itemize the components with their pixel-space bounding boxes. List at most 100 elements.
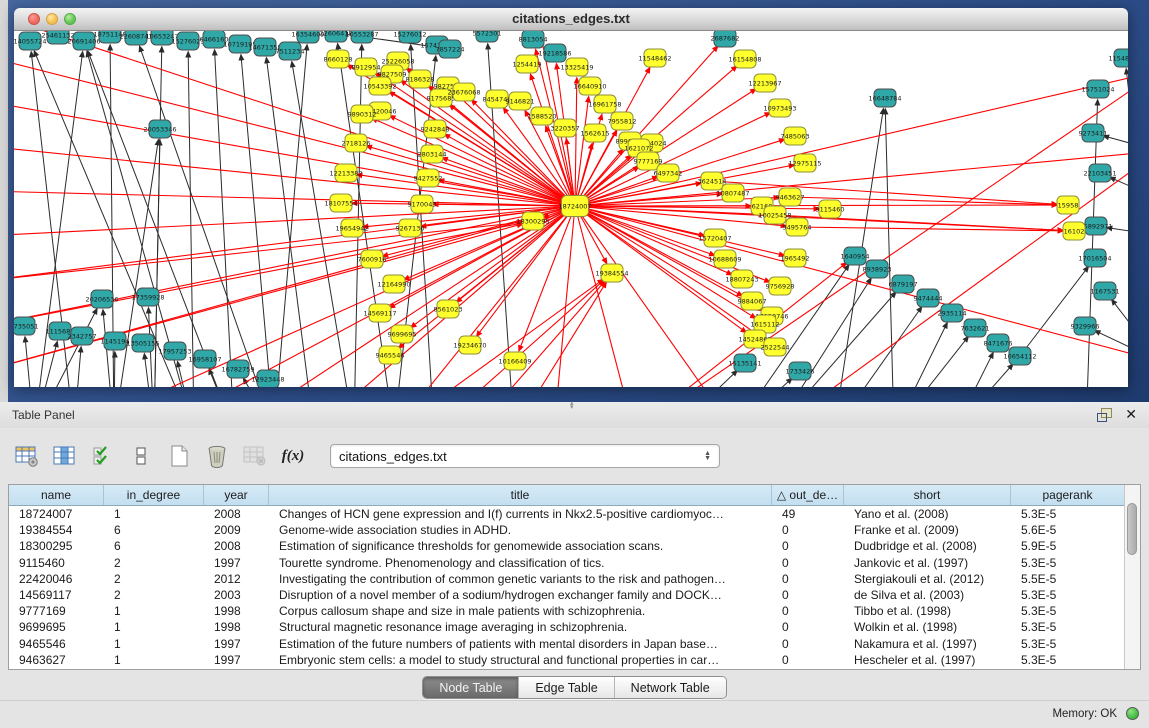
new-document-icon[interactable]: [166, 443, 192, 469]
graph-edge[interactable]: [894, 337, 968, 387]
column-header-title[interactable]: title: [269, 485, 772, 505]
graph-edge[interactable]: [34, 342, 57, 387]
graph-node-label: 18107554: [324, 199, 357, 207]
graph-node-label: 9329966: [1071, 322, 1100, 330]
table-cell: Franke et al. (2009): [844, 523, 1011, 537]
graph-edge[interactable]: [140, 46, 274, 387]
graph-edge[interactable]: [954, 364, 1013, 387]
window-titlebar[interactable]: citations_edges.txt: [14, 8, 1128, 31]
table-cell: 0: [772, 572, 844, 586]
table-row[interactable]: 1872400712008Changes of HCN gene express…: [9, 506, 1124, 522]
table-cell: Nakamura et al. (1997): [844, 637, 1011, 651]
graph-node-label: 1588520: [528, 112, 557, 120]
table-row[interactable]: 1830029562008Estimation of significance …: [9, 538, 1124, 554]
unselect-all-icon[interactable]: [128, 443, 154, 469]
column-header-pagerank[interactable]: pagerank: [1011, 485, 1124, 505]
graph-edge[interactable]: [266, 58, 314, 387]
graph-edge[interactable]: [114, 352, 115, 387]
table-cell: 1: [104, 604, 204, 618]
graph-node-label: 20691406: [67, 37, 100, 45]
splitter-grip-icon[interactable]: ▴▾: [570, 402, 579, 407]
table-cell: 2: [104, 556, 204, 570]
table-cell: 5.6E-5: [1011, 523, 1124, 537]
graph-edge[interactable]: [1104, 136, 1128, 151]
network-canvas[interactable]: 1405572425461132206914061875114822608741…: [14, 31, 1128, 387]
graph-node-label: 3624514: [698, 177, 727, 185]
table-cell: 2003: [204, 588, 269, 602]
graph-edge[interactable]: [954, 353, 993, 387]
graph-node-label: 9427552: [414, 174, 443, 182]
graph-edge[interactable]: [354, 45, 362, 387]
graph-edge[interactable]: [575, 78, 577, 206]
graph-edge[interactable]: [575, 206, 715, 255]
graph-edge[interactable]: [575, 97, 589, 206]
graph-node-label: 16640910: [573, 82, 606, 90]
table-cell: 0: [772, 620, 844, 634]
table-row[interactable]: 969969511998Structural magnetic resonanc…: [9, 619, 1124, 635]
table-select-dropdown[interactable]: citations_edges.txt ▲▼: [330, 444, 720, 468]
graph-node-label: 12213967: [748, 79, 781, 87]
graph-edge[interactable]: [25, 337, 34, 387]
graph-node-label: 2687682: [711, 34, 740, 42]
table-row[interactable]: 946554611997Estimation of the future num…: [9, 636, 1124, 652]
delete-trash-icon[interactable]: [204, 443, 230, 469]
graph-node-label: 12164990: [377, 280, 410, 288]
graph-svg[interactable]: 1405572425461132206914061875114822608741…: [14, 31, 1128, 387]
column-header-short[interactable]: short: [844, 485, 1011, 505]
graph-edge[interactable]: [775, 215, 1063, 230]
graph-edge[interactable]: [674, 371, 737, 387]
graph-edge[interactable]: [1126, 69, 1128, 361]
graph-node-label: 2935114: [938, 309, 967, 317]
table-row[interactable]: 1456911722003Disruption of a novel membe…: [9, 587, 1124, 603]
table-row[interactable]: 1938455462009Genome-wide association stu…: [9, 522, 1124, 538]
graph-edge[interactable]: [14, 206, 575, 236]
graph-edge[interactable]: [74, 347, 81, 387]
graph-edge[interactable]: [894, 323, 947, 387]
table-row[interactable]: 946362711997Embryonic stem cells: a mode…: [9, 652, 1124, 668]
graph-node-label: 9884067: [738, 297, 767, 305]
function-builder-icon[interactable]: f(x): [280, 443, 306, 469]
tab-edge-table[interactable]: Edge Table: [519, 677, 614, 698]
graph-edge[interactable]: [434, 280, 604, 387]
graph-edge[interactable]: [734, 378, 792, 387]
graph-node-label: 15276012: [393, 31, 426, 38]
float-panel-icon[interactable]: [1097, 408, 1111, 421]
table-cell: 5.3E-5: [1011, 620, 1124, 634]
table-cell: 5.3E-5: [1011, 653, 1124, 667]
close-panel-icon[interactable]: ✕: [1125, 407, 1137, 421]
graph-node-label: 8912954: [352, 63, 381, 71]
graph-node-label: 9463627: [776, 193, 805, 201]
tab-network-table[interactable]: Network Table: [615, 677, 726, 698]
table-cell: Corpus callosum shape and size in male p…: [269, 604, 772, 618]
table-row[interactable]: 977716911998Corpus callosum shape and si…: [9, 603, 1124, 619]
column-header-name[interactable]: name: [9, 485, 104, 505]
graph-edge[interactable]: [188, 52, 194, 387]
table-cell: 2008: [204, 539, 269, 553]
graph-edge[interactable]: [774, 151, 1128, 387]
import-table-icon[interactable]: [14, 443, 40, 469]
table-vertical-scrollbar[interactable]: [1124, 485, 1140, 669]
graph-node-label: 2718126: [342, 139, 371, 147]
graph-edge[interactable]: [215, 50, 234, 387]
table-row[interactable]: 911546021997Tourette syndrome. Phenomeno…: [9, 555, 1124, 571]
select-all-icon[interactable]: [90, 443, 116, 469]
show-column-icon[interactable]: [52, 443, 78, 469]
graph-node-label: 12213382: [329, 169, 362, 177]
column-header-in-degree[interactable]: in_degree: [104, 485, 204, 505]
column-header-out-de-[interactable]: △ out_de…: [772, 485, 844, 505]
table-cell: Stergiakouli et al. (2012): [844, 572, 1011, 586]
table-cell: 1998: [204, 620, 269, 634]
scrollbar-thumb[interactable]: [1127, 503, 1137, 555]
column-header-year[interactable]: year: [204, 485, 269, 505]
table-cell: Estimation of significance thresholds fo…: [269, 539, 772, 553]
graph-edge[interactable]: [1020, 267, 1088, 356]
window-title: citations_edges.txt: [14, 11, 1128, 26]
table-cell: 1: [104, 653, 204, 667]
graph-node-label: 1615112: [751, 320, 780, 328]
table-cell: 18300295: [9, 539, 104, 553]
graph-edge[interactable]: [1110, 177, 1128, 201]
table-row[interactable]: 2242004622012Investigating the contribut…: [9, 571, 1124, 587]
table-header-row: namein_degreeyeartitle△ out_de…shortpage…: [9, 485, 1124, 506]
tab-node-table[interactable]: Node Table: [423, 677, 519, 698]
graph-edge[interactable]: [144, 354, 154, 387]
